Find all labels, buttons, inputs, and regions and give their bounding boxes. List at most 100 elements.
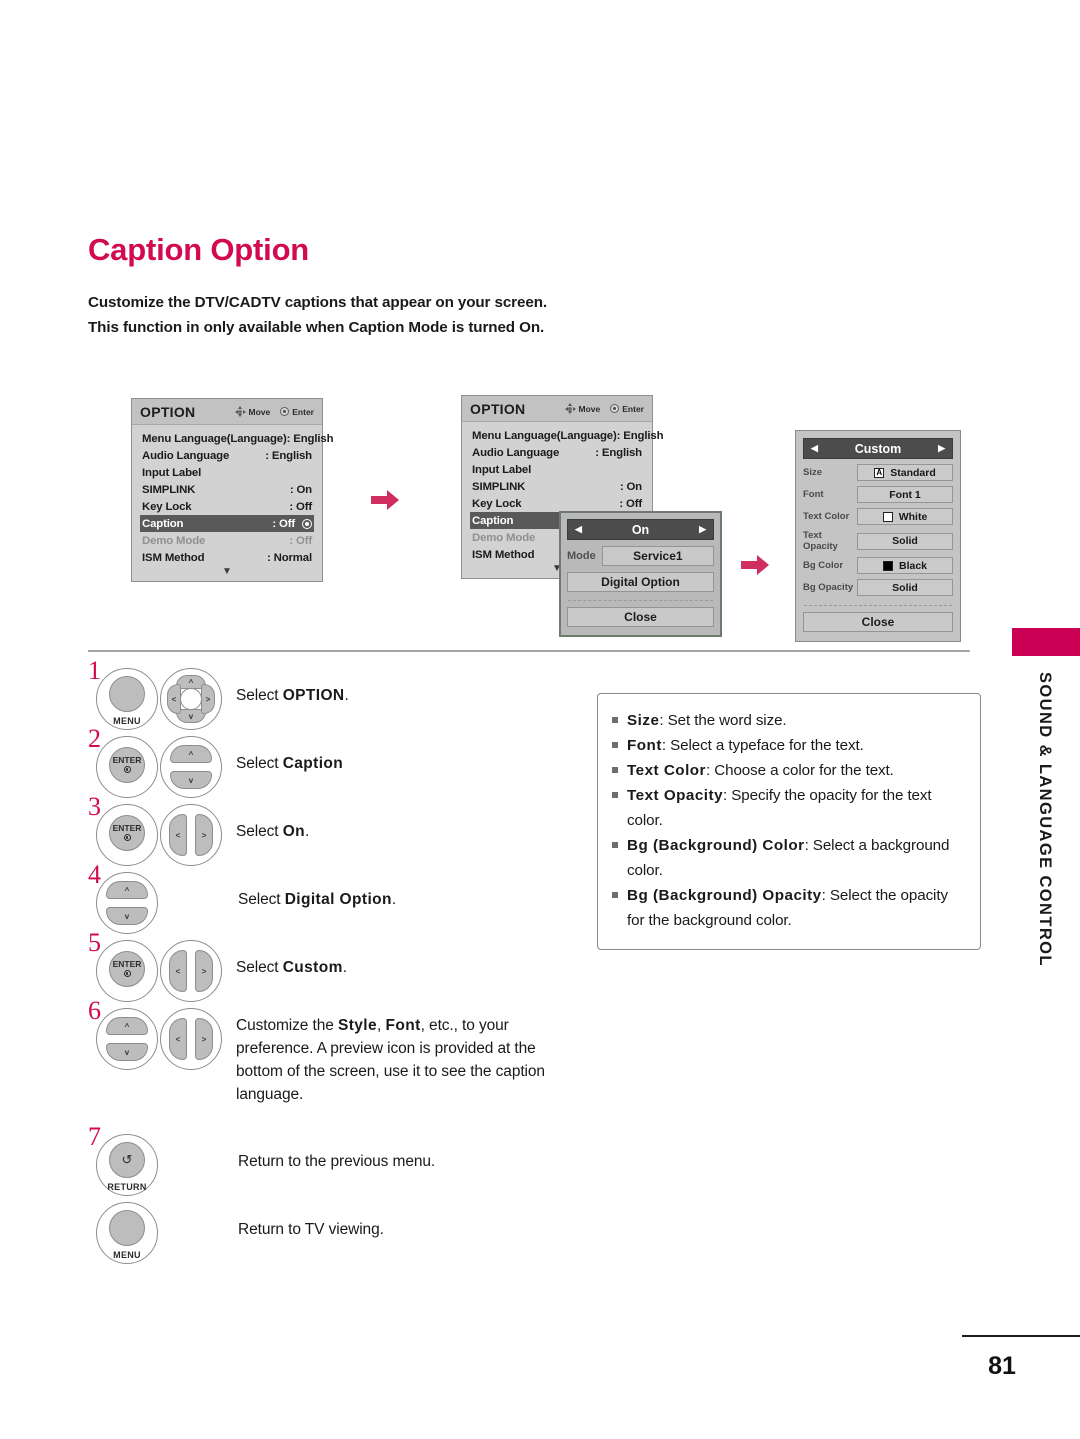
nav-leftright-pad[interactable]: < > [160, 940, 222, 1002]
scroll-down-icon[interactable]: ▼ [140, 566, 314, 578]
chevron-left-icon[interactable]: ◀ [811, 444, 818, 453]
hint-enter: Enter [280, 407, 314, 417]
custom-row-bg-color: Bg Color Black [803, 557, 953, 574]
custom-label-font: Font [803, 489, 824, 500]
nav-right-icon[interactable]: > [195, 1018, 213, 1060]
sidebar-accent-tab [1012, 628, 1080, 656]
step-3: 3 ENTER < > Select On. [88, 794, 568, 866]
nav-leftright-pad[interactable]: < > [160, 804, 222, 866]
custom-label-bg-color: Bg Color [803, 560, 844, 571]
osd-item-value: : On [619, 480, 642, 493]
digital-option-button[interactable]: Digital Option [567, 572, 714, 592]
step-number: 6 [88, 996, 101, 1025]
enter-button[interactable]: ENTER [96, 736, 158, 798]
intro-line-2-prefix: This function in only available when [88, 319, 349, 336]
close-button[interactable]: Close [567, 607, 714, 627]
enter-button[interactable]: ENTER [96, 940, 158, 1002]
chevron-right-icon[interactable]: ▶ [699, 525, 706, 534]
osd-item-caption-selected[interactable]: Caption : Off [140, 515, 314, 532]
step-5: 5 ENTER < > Select Custom. [88, 930, 568, 1002]
osd-item-audio-language[interactable]: Audio Language : English [140, 447, 314, 464]
step-number: 7 [88, 1122, 101, 1151]
nav-updown-pad[interactable]: ^ v [160, 736, 222, 798]
custom-value-bg-color-button[interactable]: Black [857, 557, 953, 574]
step-7-text: Return to the previous menu. [238, 1153, 436, 1170]
info-item-text: Text Opacity: Specify the opacity for th… [627, 787, 932, 829]
osd-item-value: : Off [289, 500, 312, 513]
nav-down-icon[interactable]: v [106, 907, 148, 925]
nav-left-icon[interactable]: < [169, 950, 187, 992]
white-swatch-icon [882, 511, 893, 522]
enter-button-label: ENTER [112, 959, 142, 970]
caption-mode-value-button[interactable]: Service1 [601, 546, 714, 566]
intro-line-2-bold-on: On. [519, 319, 545, 336]
step-buttons: ENTER ^ v [96, 736, 222, 798]
chevron-right-icon[interactable]: ▶ [938, 444, 945, 453]
step-number: 2 [88, 724, 101, 753]
nav-up-icon[interactable]: ^ [106, 1017, 148, 1035]
custom-style-selector[interactable]: ◀ Custom ▶ [803, 438, 953, 459]
step-number: 4 [88, 860, 101, 889]
nav-up-icon[interactable]: ^ [106, 881, 148, 899]
osd-item-label: Input Label [142, 466, 202, 479]
custom-value-size-button[interactable]: A Standard [857, 464, 953, 481]
nav-updown-pad[interactable]: ^ v [96, 872, 158, 934]
nav-down-icon[interactable]: v [170, 771, 212, 789]
custom-value-text-color-text: White [898, 510, 928, 523]
osd-item-menu-language[interactable]: Menu Language(Language): English [470, 427, 664, 444]
info-item-text: Font: Select a typeface for the text. [627, 737, 864, 754]
nav-left-icon[interactable]: < [169, 814, 187, 856]
osd-item-key-lock[interactable]: Key Lock : Off [470, 495, 644, 512]
caption-value-selector[interactable]: ◀ On ▶ [567, 519, 714, 540]
menu-button[interactable]: MENU [96, 668, 158, 730]
osd-item-key-lock[interactable]: Key Lock : Off [140, 498, 314, 515]
custom-value-text-opacity-button[interactable]: Solid [857, 532, 953, 550]
osd-item-menu-language[interactable]: Menu Language(Language): English [140, 430, 334, 447]
step-menu-return: MENU Return to TV viewing. [88, 1202, 568, 1264]
custom-label-text-opacity: Text Opacity [803, 530, 838, 552]
step-6: 6 ^ v < > Customize the Style, Font, etc… [88, 998, 568, 1106]
step-6-text: Customize the Style, Font, etc., to your… [236, 1017, 545, 1103]
custom-value-bg-opacity-text: Solid [892, 581, 918, 594]
nav-updown-pad[interactable]: ^ v [96, 1008, 158, 1070]
bullet-square-icon [612, 892, 618, 898]
osd-body: Menu Language(Language): English Audio L… [132, 425, 334, 581]
info-item-size: Size: Set the word size. [612, 708, 964, 733]
bullet-square-icon [612, 767, 618, 773]
nav-right-icon[interactable]: > [195, 814, 213, 856]
nav-left-icon[interactable]: < [169, 1018, 187, 1060]
menu-button[interactable]: MENU [96, 1202, 158, 1264]
nav-left-icon[interactable]: < [167, 684, 181, 714]
enter-icon [280, 407, 290, 416]
bullet-square-icon [612, 717, 618, 723]
nav-right-icon[interactable]: > [201, 684, 215, 714]
osd-item-input-label[interactable]: Input Label [470, 461, 644, 478]
close-button[interactable]: Close [803, 612, 953, 632]
custom-value-font-button[interactable]: Font 1 [857, 486, 953, 503]
nav-up-icon[interactable]: ^ [170, 745, 212, 763]
custom-label-bg-opacity: Bg Opacity [803, 582, 854, 593]
osd-item-label: Demo Mode [142, 534, 206, 547]
letter-a-icon: A [874, 467, 885, 478]
osd-item-ism-method[interactable]: ISM Method : Normal [140, 549, 314, 566]
step-buttons: MENU ^ v < > [96, 668, 222, 730]
osd-item-value: : On [289, 483, 312, 496]
flow-arrow-right-icon [741, 555, 771, 575]
custom-row-text-opacity: Text Opacity Solid [803, 530, 953, 552]
chevron-left-icon[interactable]: ◀ [575, 525, 582, 534]
osd-item-simplink[interactable]: SIMPLINK : On [140, 481, 314, 498]
caption-submenu-popup: ◀ On ▶ Mode Service1 Digital Option Clos… [559, 511, 722, 637]
custom-value-bg-opacity-button[interactable]: Solid [857, 579, 953, 596]
nav-down-icon[interactable]: v [106, 1043, 148, 1061]
nav-leftright-pad[interactable]: < > [160, 1008, 222, 1070]
osd-item-value: : Off [272, 517, 295, 530]
enter-button[interactable]: ENTER [96, 804, 158, 866]
osd-item-input-label[interactable]: Input Label [140, 464, 314, 481]
custom-value-text-color-button[interactable]: White [857, 508, 953, 525]
osd-item-audio-language[interactable]: Audio Language : English [470, 444, 644, 461]
nav-right-icon[interactable]: > [195, 950, 213, 992]
return-button[interactable]: ↺ RETURN [96, 1134, 158, 1196]
osd-item-simplink[interactable]: SIMPLINK : On [470, 478, 644, 495]
hint-move: Move [234, 406, 270, 417]
nav-4way-pad[interactable]: ^ v < > [160, 668, 222, 730]
